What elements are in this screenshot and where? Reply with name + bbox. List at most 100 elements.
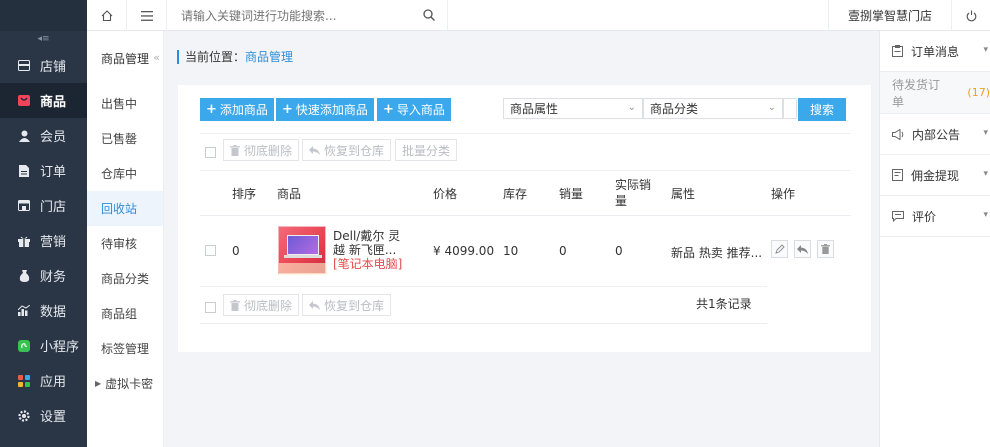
plus-icon: + xyxy=(206,102,217,117)
sidebar-item-settings[interactable]: 设置 xyxy=(0,398,87,433)
subnav-item-sold-out[interactable]: 已售罄 xyxy=(87,121,163,156)
restore-to-warehouse-button-bottom[interactable]: 恢复到仓库 xyxy=(302,294,392,316)
product-card: + 添加商品 + 快速添加商品 + 导入商品 商品属性 ⌄ 商品分类 ⌄ 搜索 彻底删除 … xyxy=(178,85,871,352)
product-title-link[interactable]: Dell/戴尔 灵越 新飞匣... xyxy=(333,229,405,257)
search-button[interactable]: 搜索 xyxy=(798,98,846,121)
quick-add-product-button[interactable]: + 快速添加商品 xyxy=(276,98,374,121)
product-name: Dell/戴尔 灵越 新飞匣... [笔记本电脑] xyxy=(333,229,405,271)
permanent-delete-button-bottom[interactable]: 彻底删除 xyxy=(223,294,300,316)
row-checkbox[interactable] xyxy=(205,245,216,256)
sidebar-item-finance[interactable]: 财务 xyxy=(0,258,87,293)
button-label: 恢复到仓库 xyxy=(324,298,385,313)
collapse-left-icon[interactable]: « xyxy=(153,51,160,64)
sidebar-item-store[interactable]: 店铺 xyxy=(0,48,87,83)
shop-icon xyxy=(17,199,31,213)
add-product-button[interactable]: + 添加商品 xyxy=(200,98,274,121)
reply-icon xyxy=(309,300,320,310)
pending-ship-count: (17) xyxy=(967,86,990,99)
subnav-item-virtual-card[interactable]: ▶ 虚拟卡密 xyxy=(87,366,163,401)
column-header-attrs: 属性 xyxy=(671,187,696,201)
column-header-actions: 操作 xyxy=(771,187,796,201)
button-label: 彻底删除 xyxy=(244,298,293,313)
review-toggle[interactable]: 评价 ▾ xyxy=(880,196,990,237)
batch-category-button[interactable]: 批量分类 xyxy=(395,139,458,161)
product-category-select[interactable]: 商品分类 ⌄ xyxy=(643,98,783,119)
sidebar-item-marketing[interactable]: 营销 xyxy=(0,223,87,258)
mini-program-icon xyxy=(17,339,31,353)
subnav-item-on-sale[interactable]: 出售中 xyxy=(87,86,163,121)
select-value: 商品分类 xyxy=(650,102,699,116)
subnav-item-tags[interactable]: 标签管理 xyxy=(87,331,163,366)
import-product-button[interactable]: + 导入商品 xyxy=(377,98,451,121)
column-header-stock[interactable]: 库存 xyxy=(503,185,527,202)
sidebar-item-apps[interactable]: 应用 xyxy=(0,363,87,398)
row-actual-sales: 0 xyxy=(615,244,623,258)
sidebar-item-label: 门店 xyxy=(40,200,67,215)
column-header-sort[interactable]: 排序 xyxy=(232,185,256,202)
subnav-item-pending-review[interactable]: 待审核 xyxy=(87,226,163,261)
gift-icon xyxy=(17,234,31,248)
product-category: [笔记本电脑] xyxy=(333,257,403,271)
chevron-down-icon: ▾ xyxy=(983,210,988,220)
search-icon[interactable] xyxy=(423,9,435,24)
search-box xyxy=(167,0,448,31)
logo-area xyxy=(0,0,87,31)
row-sort-value: 0 xyxy=(232,244,240,258)
sidebar-item-order[interactable]: 订单 xyxy=(0,153,87,188)
subnav-item-recycle-bin[interactable]: 回收站 xyxy=(87,191,163,226)
store-switcher[interactable]: 壹捌掌智慧门店 xyxy=(828,0,952,31)
sidebar-item-label: 财务 xyxy=(40,270,67,285)
column-header-product: 商品 xyxy=(277,187,302,201)
total-records: 共1条记录 xyxy=(696,297,752,311)
column-header-sales[interactable]: 销量 xyxy=(559,185,583,202)
select-all-checkbox-bottom[interactable] xyxy=(205,302,216,313)
permanent-delete-button[interactable]: 彻底删除 xyxy=(223,139,300,161)
order-messages-toggle[interactable]: 订单消息 ▾ xyxy=(880,31,990,72)
pending-ship-orders[interactable]: 待发货订单 (17) xyxy=(880,72,990,114)
power-icon[interactable] xyxy=(952,0,990,31)
subnav-item-warehouse[interactable]: 仓库中 xyxy=(87,156,163,191)
sub-sidebar: 商品管理 « 出售中 已售罄 仓库中 回收站 待审核 商品分类 商品组 标签管理… xyxy=(87,0,164,447)
caret-right-icon: ▶ xyxy=(95,379,102,388)
row-stock: 10 xyxy=(503,244,519,258)
select-value: 商品属性 xyxy=(510,102,559,116)
subnav-title-text: 商品管理 xyxy=(101,52,150,66)
search-input[interactable] xyxy=(181,8,421,23)
chevron-down-icon: ▾ xyxy=(983,128,988,138)
subnav-item-label: 已售罄 xyxy=(101,132,138,146)
column-header-actual-sales[interactable]: 实际销量 xyxy=(615,177,655,209)
store-name: 壹捌掌智慧门店 xyxy=(847,9,932,23)
sidebar-item-shop[interactable]: 门店 xyxy=(0,188,87,223)
internal-notice-toggle[interactable]: 内部公告 ▾ xyxy=(880,114,990,155)
button-label: 批量分类 xyxy=(402,143,451,158)
sidebar-item-data[interactable]: 数据 xyxy=(0,293,87,328)
column-header-price[interactable]: 价格 xyxy=(433,185,457,202)
subnav-item-group[interactable]: 商品组 xyxy=(87,296,163,331)
restore-to-warehouse-button[interactable]: 恢复到仓库 xyxy=(302,139,392,161)
button-label: 导入商品 xyxy=(396,103,445,117)
chevron-down-icon: ▾ xyxy=(983,45,988,55)
select-all-checkbox[interactable] xyxy=(205,147,216,158)
menu-icon[interactable] xyxy=(127,0,167,31)
breadcrumb-current[interactable]: 商品管理 xyxy=(245,50,293,64)
trash-icon[interactable] xyxy=(817,240,834,258)
sidebar-item-product[interactable]: 商品 xyxy=(0,83,87,118)
sidebar-item-mini-program[interactable]: 小程序 xyxy=(0,328,87,363)
money-bag-icon xyxy=(17,269,31,283)
subnav-item-label: 回收站 xyxy=(101,202,138,216)
commission-toggle[interactable]: 佣金提现 ▾ xyxy=(880,155,990,196)
home-icon[interactable] xyxy=(87,0,127,31)
right-panel: 订单消息 ▾ 待发货订单 (17) 内部公告 ▾ 佣金提现 ▾ 评价 ▾ xyxy=(879,31,990,447)
sidebar-item-member[interactable]: 会员 xyxy=(0,118,87,153)
trash-icon xyxy=(230,144,240,156)
comment-icon xyxy=(892,210,904,222)
reply-icon xyxy=(309,145,320,155)
subnav-item-category[interactable]: 商品分类 xyxy=(87,261,163,296)
restore-icon[interactable] xyxy=(794,240,811,258)
keyword-input[interactable] xyxy=(783,98,797,119)
edit-icon[interactable] xyxy=(771,240,788,258)
subnav-item-label: 出售中 xyxy=(101,97,138,111)
sidebar-collapse-icon[interactable]: ◂≡ xyxy=(0,31,87,48)
product-attr-select[interactable]: 商品属性 ⌄ xyxy=(503,98,643,119)
product-thumbnail[interactable] xyxy=(278,226,327,275)
